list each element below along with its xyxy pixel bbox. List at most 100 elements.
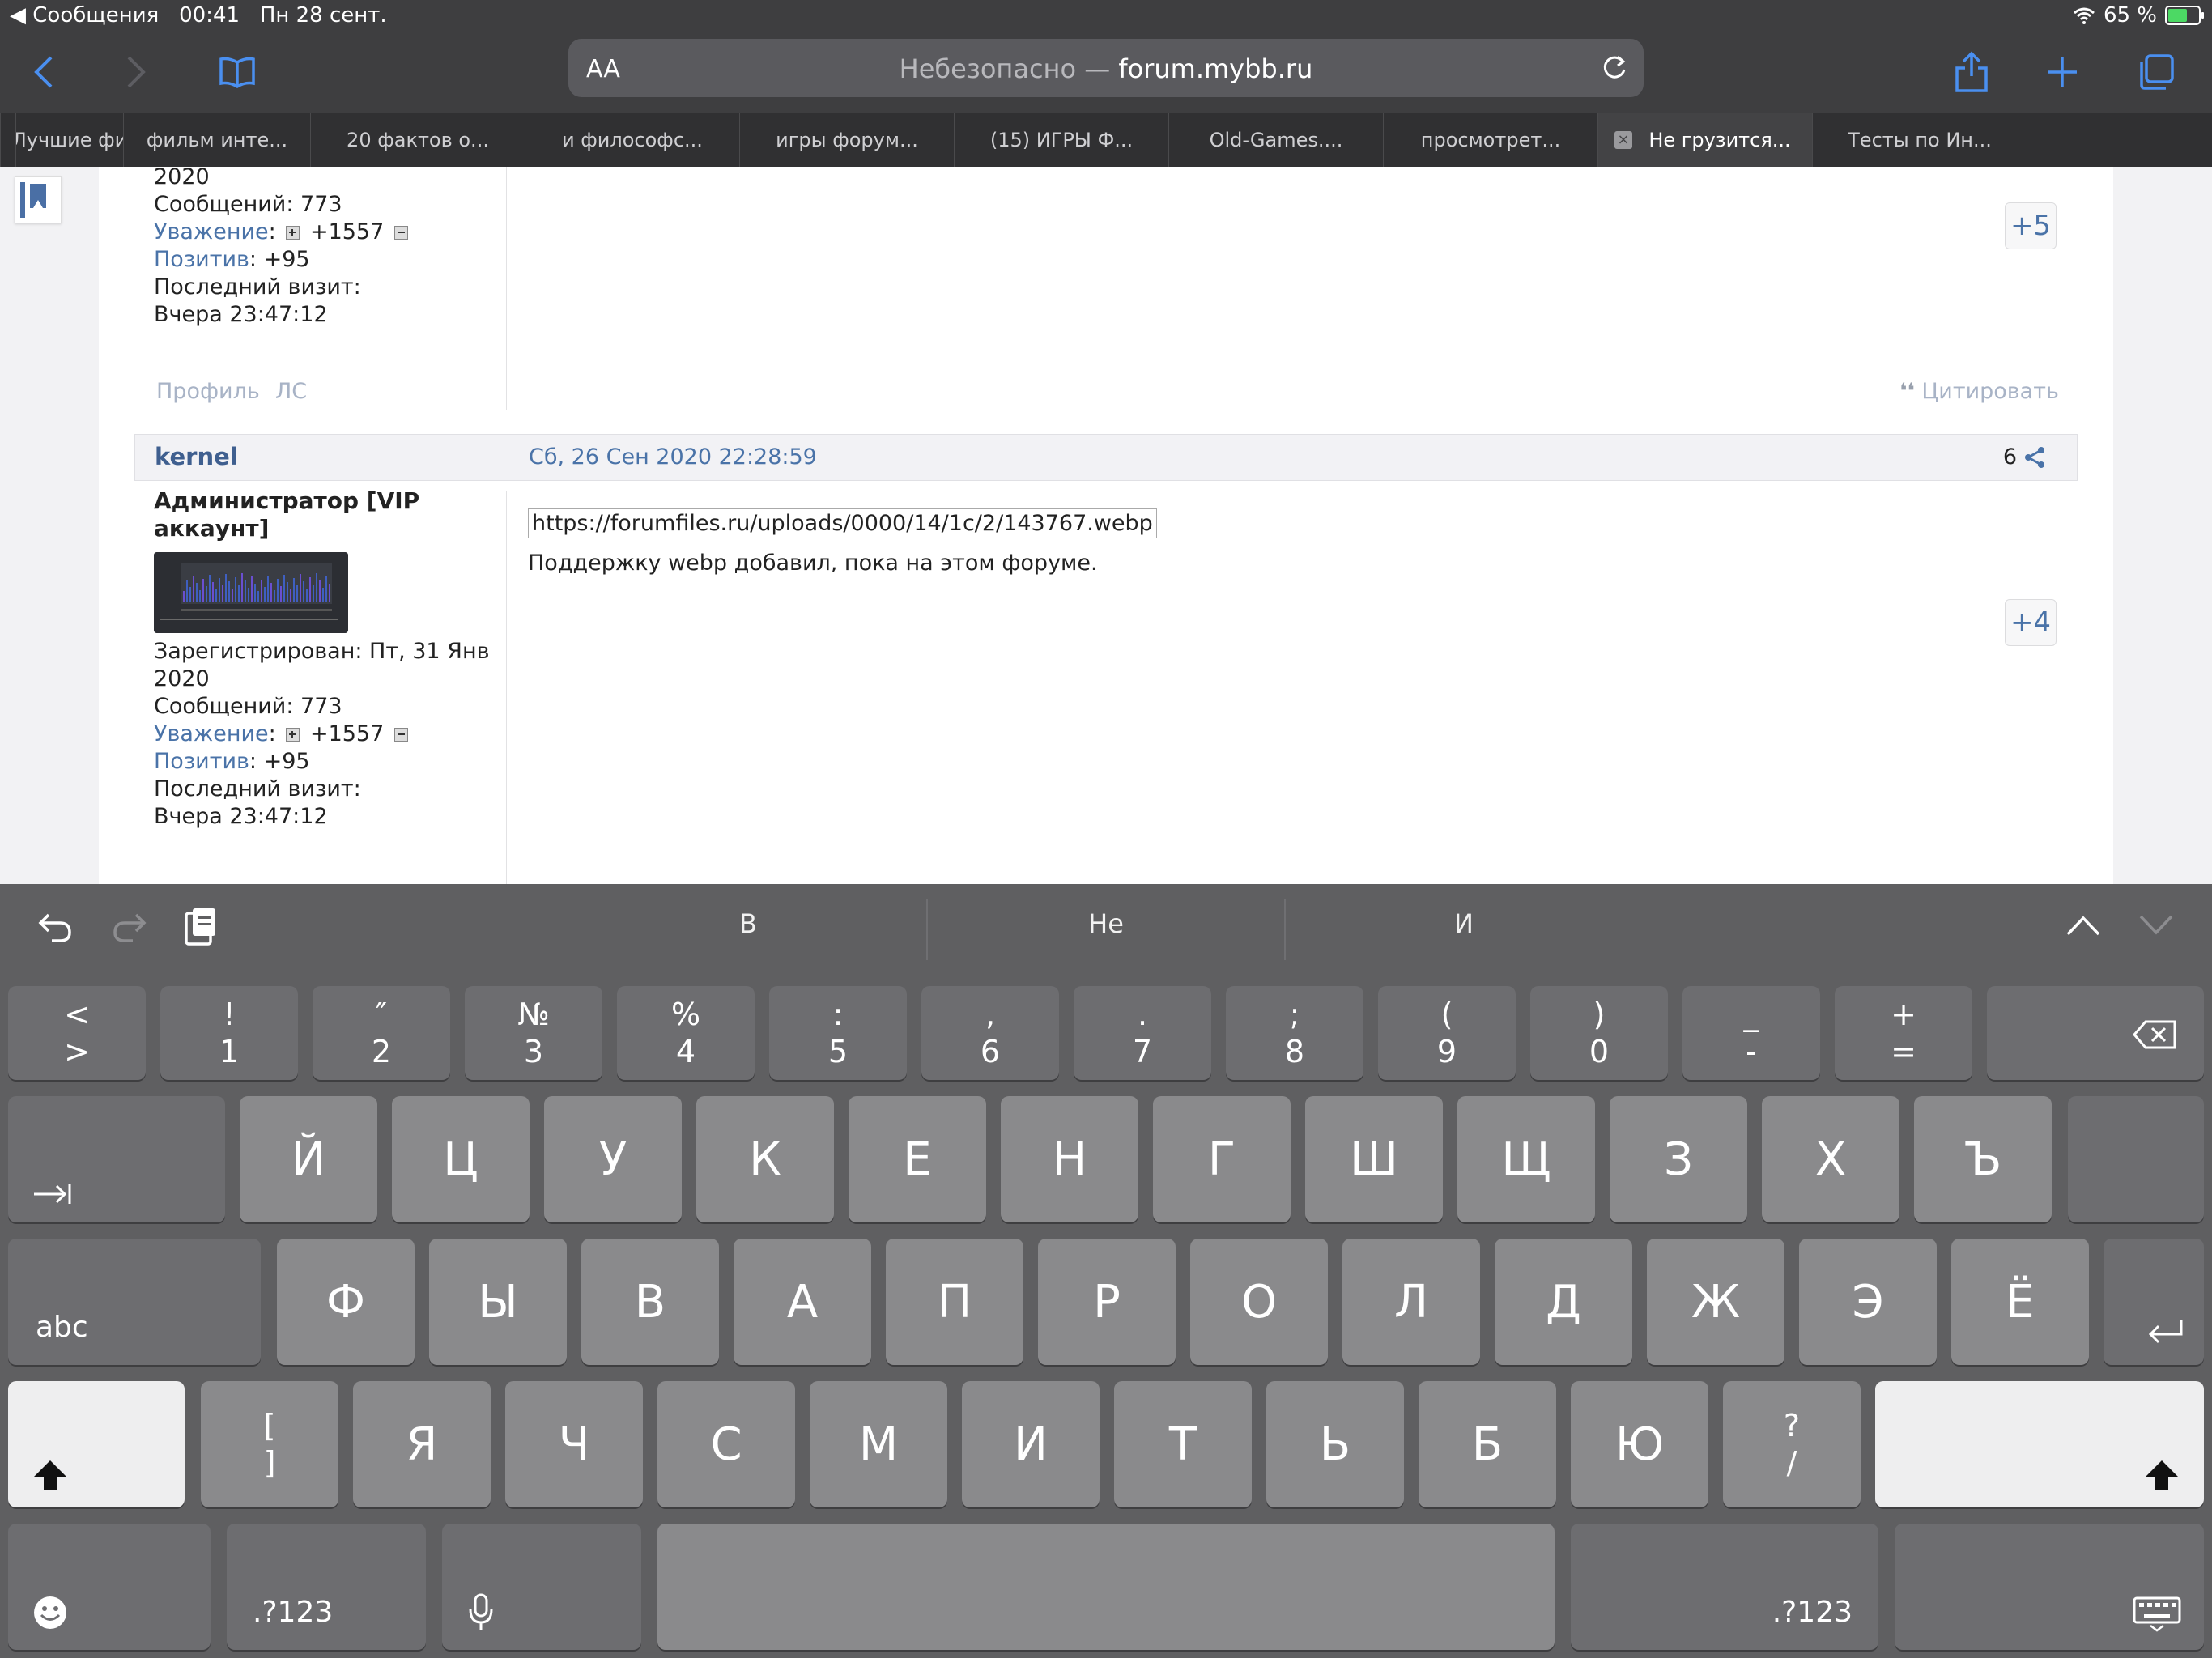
key-К[interactable]: К [696, 1096, 834, 1222]
key-Н[interactable]: Н [1001, 1096, 1138, 1222]
positive-link[interactable]: Позитив [154, 247, 249, 272]
suggestion-3[interactable]: И [1294, 908, 1634, 939]
share-post-icon[interactable] [2023, 446, 2046, 469]
key-Д[interactable]: Д [1495, 1239, 1632, 1365]
tab-close-icon[interactable]: × [1614, 131, 1632, 149]
tab[interactable]: Тесты по Ин... [1812, 113, 2027, 167]
space-key[interactable] [657, 1524, 1555, 1650]
key-Е[interactable]: Е [849, 1096, 986, 1222]
key-Л[interactable]: Л [1342, 1239, 1480, 1365]
tab[interactable]: просмотрет... [1383, 113, 1597, 167]
hide-keyboard-key[interactable] [1895, 1524, 2204, 1650]
key-Т[interactable]: Т [1114, 1381, 1252, 1507]
tab[interactable]: 20 фактов о... [310, 113, 525, 167]
key-В[interactable]: В [581, 1239, 719, 1365]
pm-link[interactable]: ЛС [275, 379, 307, 404]
key-М[interactable]: М [810, 1381, 947, 1507]
positive-link[interactable]: Позитив [154, 749, 249, 774]
respect-minus-icon[interactable] [393, 226, 408, 240]
numbers-right-key[interactable]: .?123 [1571, 1524, 1878, 1650]
paste-icon[interactable] [183, 905, 219, 947]
key-[[interactable]: [] [201, 1381, 338, 1507]
key-У[interactable]: У [544, 1096, 682, 1222]
key-9[interactable]: (9 [1378, 986, 1516, 1080]
key-Х[interactable]: Х [1762, 1096, 1899, 1222]
bookmarks-button[interactable] [209, 44, 266, 100]
tab[interactable]: (15) ИГРЫ Ф... [954, 113, 1168, 167]
key-?[interactable]: ? / [1723, 1381, 1861, 1507]
key-Э[interactable]: Э [1799, 1239, 1937, 1365]
key-Щ[interactable]: Щ [1457, 1096, 1595, 1222]
post-vote-button[interactable]: +4 [2005, 599, 2057, 646]
tab[interactable]: Old-Games.... [1168, 113, 1383, 167]
prev-vote-button[interactable]: +5 [2005, 202, 2057, 249]
key-8[interactable]: ; 8 [1226, 986, 1363, 1080]
key-Ы[interactable]: Ы [429, 1239, 567, 1365]
key-=[interactable]: + = [1835, 986, 1972, 1080]
respect-link[interactable]: Уважение [154, 721, 269, 746]
back-to-app-link[interactable]: ◀ Сообщения [10, 3, 159, 28]
tab[interactable]: Лучшие фи [15, 113, 123, 167]
new-tab-button[interactable] [2034, 44, 2091, 100]
key-Ш[interactable]: Ш [1305, 1096, 1443, 1222]
chevron-up-icon[interactable] [2065, 913, 2102, 937]
bookmark-widget[interactable] [15, 176, 62, 223]
respect-link[interactable]: Уважение [154, 219, 269, 244]
key-Ч[interactable]: Ч [505, 1381, 643, 1507]
key-Б[interactable]: Б [1419, 1381, 1556, 1507]
key-Ц[interactable]: Ц [392, 1096, 530, 1222]
tab[interactable]: и философс... [525, 113, 739, 167]
post-link[interactable]: https://forumfiles.ru/uploads/0000/14/1c… [528, 508, 1157, 538]
post-date-link[interactable]: Сб, 26 Сен 2020 22:28:59 [529, 444, 817, 470]
key-Ъ[interactable]: Ъ [1914, 1096, 2052, 1222]
key-П[interactable]: П [886, 1239, 1023, 1365]
shift-left-key[interactable] [8, 1381, 185, 1507]
key-2[interactable]: ″ 2 [313, 986, 450, 1080]
key-0[interactable]: ) 0 [1530, 986, 1668, 1080]
key-1[interactable]: ! 1 [160, 986, 298, 1080]
tab[interactable]: игры форум... [739, 113, 954, 167]
quote-button[interactable]: ❛❛ Цитировать [1899, 379, 2059, 404]
post-author-link[interactable]: kernel [155, 443, 238, 470]
respect-plus-icon[interactable] [286, 226, 300, 240]
back-button[interactable] [16, 44, 73, 100]
key-Ё[interactable]: Ё [1951, 1239, 2089, 1365]
tabs-overview-button[interactable] [2128, 44, 2184, 100]
key-Й[interactable]: Й [240, 1096, 377, 1222]
tab-key[interactable] [8, 1096, 225, 1222]
backspace-key[interactable] [1987, 986, 2204, 1080]
abc-key[interactable]: abc [8, 1239, 261, 1365]
numbers-left-key[interactable]: .?123 [227, 1524, 426, 1650]
forward-button[interactable] [107, 44, 164, 100]
key-7[interactable]: .7 [1074, 986, 1211, 1080]
profile-link[interactable]: Профиль [156, 379, 260, 404]
return-key[interactable] [2104, 1239, 2204, 1365]
key-Ф[interactable]: Ф [277, 1239, 415, 1365]
dictation-key[interactable] [442, 1524, 641, 1650]
share-button[interactable] [1943, 44, 2000, 100]
chevron-down-icon[interactable] [2138, 913, 2175, 937]
tab-active[interactable]: × Не грузится... [1597, 113, 1812, 167]
key-Ь[interactable]: Ь [1266, 1381, 1404, 1507]
key-З[interactable]: З [1610, 1096, 1747, 1222]
key-О[interactable]: О [1190, 1239, 1328, 1365]
key-4[interactable]: % 4 [617, 986, 755, 1080]
tab[interactable] [0, 113, 15, 167]
key-С[interactable]: С [657, 1381, 795, 1507]
key-И[interactable]: И [962, 1381, 1100, 1507]
key-5[interactable]: :5 [769, 986, 907, 1080]
respect-minus-icon[interactable] [393, 728, 408, 742]
shift-right-key[interactable] [1875, 1381, 2204, 1507]
return-key-upper[interactable] [2068, 1096, 2204, 1222]
address-bar[interactable]: AA Небезопасно — forum.mybb.ru [568, 39, 1644, 97]
key-Ж[interactable]: Ж [1647, 1239, 1784, 1365]
key-3[interactable]: № 3 [465, 986, 602, 1080]
respect-plus-icon[interactable] [286, 728, 300, 742]
key-Р[interactable]: Р [1038, 1239, 1176, 1365]
key--[interactable]: _ - [1682, 986, 1820, 1080]
key-А[interactable]: А [734, 1239, 871, 1365]
suggestion-2[interactable]: Не [936, 908, 1276, 939]
emoji-key[interactable] [8, 1524, 211, 1650]
undo-icon[interactable] [37, 908, 74, 944]
web-page[interactable]: 2020 Сообщений: 773 Уважение: +1557 Пози… [0, 167, 2212, 884]
